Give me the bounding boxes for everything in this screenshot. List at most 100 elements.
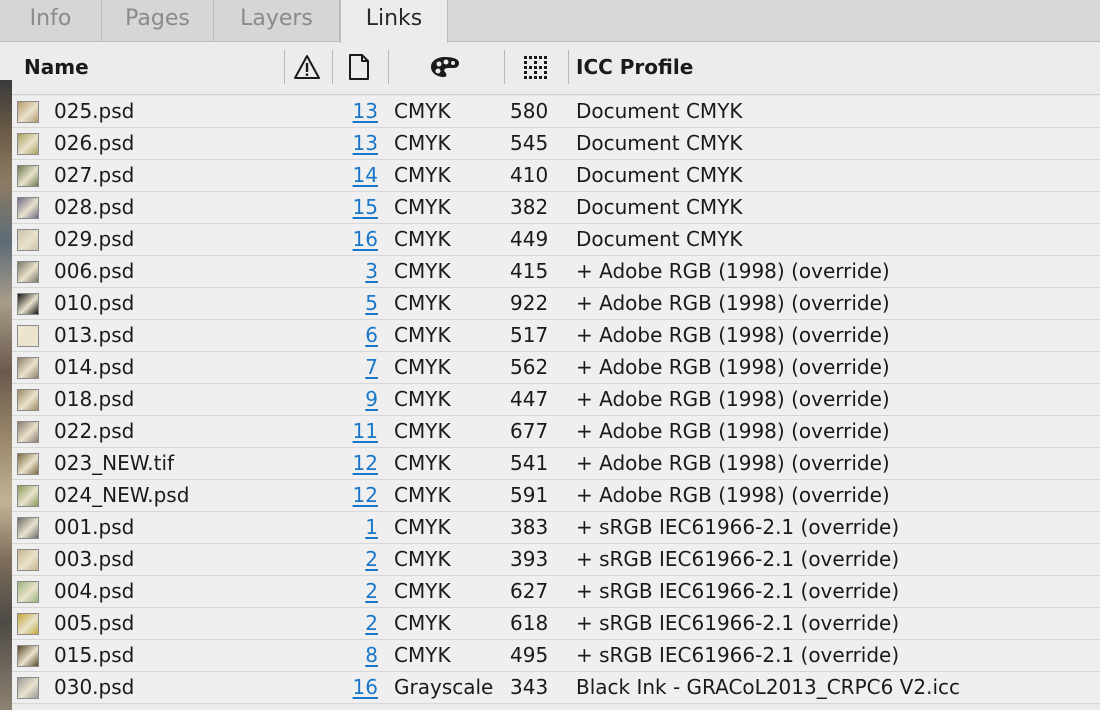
link-row[interactable]: 027.psd 14 CMYK 410 Document CMYK xyxy=(12,160,1100,192)
link-thumbnail xyxy=(17,453,39,475)
link-page-number[interactable]: 9 xyxy=(338,387,378,411)
link-page-number[interactable]: 8 xyxy=(338,643,378,667)
warning-icon[interactable] xyxy=(294,54,320,84)
link-icc-profile: + sRGB IEC61966-2.1 (override) xyxy=(576,547,900,571)
link-row[interactable]: 006.psd 3 CMYK 415 + Adobe RGB (1998) (overr… xyxy=(12,256,1100,288)
link-thumbnail xyxy=(17,485,39,507)
link-row[interactable]: 014.psd 7 CMYK 562 + Adobe RGB (1998) (overr… xyxy=(12,352,1100,384)
link-page-number[interactable]: 2 xyxy=(338,579,378,603)
link-name: 005.psd xyxy=(54,611,135,635)
link-effective-ppi: 545 xyxy=(510,131,549,155)
link-row[interactable]: 026.psd 13 CMYK 545 Document CMYK xyxy=(12,128,1100,160)
link-page-number[interactable]: 1 xyxy=(338,515,378,539)
link-icc-profile: + Adobe RGB (1998) (override) xyxy=(576,323,890,347)
color-palette-icon[interactable] xyxy=(430,56,460,82)
link-page-number[interactable]: 13 xyxy=(338,131,378,155)
link-thumbnail xyxy=(17,229,39,251)
link-thumbnail xyxy=(17,261,39,283)
link-color-space: CMYK xyxy=(394,387,451,411)
link-page-number[interactable]: 13 xyxy=(338,99,378,123)
link-effective-ppi: 591 xyxy=(510,483,549,507)
link-name: 030.psd xyxy=(54,675,135,699)
link-row[interactable]: 024_NEW.psd 12 CMYK 591 + Adobe RGB (1998) (… xyxy=(12,480,1100,512)
page-icon[interactable] xyxy=(348,54,370,84)
tab-layers[interactable]: Layers xyxy=(214,0,340,41)
link-page-number[interactable]: 3 xyxy=(338,259,378,283)
link-page-number[interactable]: 12 xyxy=(338,483,378,507)
link-effective-ppi: 393 xyxy=(510,547,549,571)
link-row[interactable]: 015.psd 8 CMYK 495 + sRGB IEC61966-2.1 (over… xyxy=(12,640,1100,672)
column-divider[interactable] xyxy=(504,50,505,84)
link-page-number[interactable]: 2 xyxy=(338,547,378,571)
column-divider[interactable] xyxy=(388,50,389,84)
link-thumbnail xyxy=(17,293,39,315)
link-row[interactable]: 018.psd 9 CMYK 447 + Adobe RGB (1998) (overr… xyxy=(12,384,1100,416)
link-name: 014.psd xyxy=(54,355,135,379)
link-effective-ppi: 517 xyxy=(510,323,549,347)
link-page-number[interactable]: 12 xyxy=(338,451,378,475)
link-color-space: CMYK xyxy=(394,451,451,475)
link-icc-profile: + sRGB IEC61966-2.1 (override) xyxy=(576,579,900,603)
column-divider[interactable] xyxy=(284,50,285,84)
link-name: 013.psd xyxy=(54,323,135,347)
link-thumbnail xyxy=(17,101,39,123)
tab-pages[interactable]: Pages xyxy=(102,0,214,41)
link-row[interactable]: 023_NEW.tif 12 CMYK 541 + Adobe RGB (1998) (… xyxy=(12,448,1100,480)
link-name: 023_NEW.tif xyxy=(54,451,175,475)
link-page-number[interactable]: 16 xyxy=(338,675,378,699)
link-row[interactable]: 022.psd 11 CMYK 677 + Adobe RGB (1998) (over… xyxy=(12,416,1100,448)
link-row[interactable]: 029.psd 16 CMYK 449 Document CMYK xyxy=(12,224,1100,256)
column-divider[interactable] xyxy=(568,50,569,84)
link-page-number[interactable]: 2 xyxy=(338,611,378,635)
link-effective-ppi: 495 xyxy=(510,643,549,667)
link-icc-profile: Document CMYK xyxy=(576,227,743,251)
link-row[interactable]: 025.psd 13 CMYK 580 Document CMYK xyxy=(12,96,1100,128)
link-effective-ppi: 677 xyxy=(510,419,549,443)
column-header-icc-profile[interactable]: ICC Profile xyxy=(576,55,693,79)
link-row[interactable]: 030.psd 16 Grayscale 343 Black Ink - GRACoL2… xyxy=(12,672,1100,704)
link-row[interactable]: 003.psd 2 CMYK 393 + sRGB IEC61966-2.1 (over… xyxy=(12,544,1100,576)
link-color-space: CMYK xyxy=(394,227,451,251)
tab-links[interactable]: Links xyxy=(340,0,448,43)
link-name: 027.psd xyxy=(54,163,135,187)
tab-bar-divider xyxy=(0,41,1100,42)
link-thumbnail xyxy=(17,133,39,155)
link-page-number[interactable]: 15 xyxy=(338,195,378,219)
link-row[interactable]: 028.psd 15 CMYK 382 Document CMYK xyxy=(12,192,1100,224)
link-name: 015.psd xyxy=(54,643,135,667)
link-row[interactable]: 005.psd 2 CMYK 618 + sRGB IEC61966-2.1 (over… xyxy=(12,608,1100,640)
column-divider[interactable] xyxy=(332,50,333,84)
tab-info[interactable]: Info xyxy=(0,0,102,41)
link-icc-profile: Document CMYK xyxy=(576,131,743,155)
link-thumbnail xyxy=(17,421,39,443)
link-page-number[interactable]: 16 xyxy=(338,227,378,251)
link-row[interactable]: 010.psd 5 CMYK 922 + Adobe RGB (1998) (overr… xyxy=(12,288,1100,320)
column-header-name[interactable]: Name xyxy=(24,55,89,79)
resolution-grid-icon[interactable] xyxy=(524,56,548,84)
link-page-number[interactable]: 14 xyxy=(338,163,378,187)
link-icc-profile: + Adobe RGB (1998) (override) xyxy=(576,291,890,315)
link-page-number[interactable]: 7 xyxy=(338,355,378,379)
link-icc-profile: Black Ink - GRACoL2013_CRPC6 V2.icc xyxy=(576,675,960,699)
link-row[interactable]: 013.psd 6 CMYK 517 + Adobe RGB (1998) (overr… xyxy=(12,320,1100,352)
link-thumbnail xyxy=(17,197,39,219)
link-row[interactable]: 004.psd 2 CMYK 627 + sRGB IEC61966-2.1 (over… xyxy=(12,576,1100,608)
link-page-number[interactable]: 6 xyxy=(338,323,378,347)
link-name: 018.psd xyxy=(54,387,135,411)
link-name: 026.psd xyxy=(54,131,135,155)
link-page-number[interactable]: 11 xyxy=(338,419,378,443)
link-color-space: CMYK xyxy=(394,259,451,283)
link-color-space: CMYK xyxy=(394,163,451,187)
link-icc-profile: + sRGB IEC61966-2.1 (override) xyxy=(576,611,900,635)
link-effective-ppi: 449 xyxy=(510,227,549,251)
link-effective-ppi: 627 xyxy=(510,579,549,603)
link-name: 024_NEW.psd xyxy=(54,483,190,507)
link-thumbnail xyxy=(17,645,39,667)
link-thumbnail xyxy=(17,613,39,635)
link-page-number[interactable]: 5 xyxy=(338,291,378,315)
link-color-space: CMYK xyxy=(394,547,451,571)
link-thumbnail xyxy=(17,165,39,187)
link-color-space: CMYK xyxy=(394,323,451,347)
link-effective-ppi: 447 xyxy=(510,387,549,411)
link-row[interactable]: 001.psd 1 CMYK 383 + sRGB IEC61966-2.1 (over… xyxy=(12,512,1100,544)
